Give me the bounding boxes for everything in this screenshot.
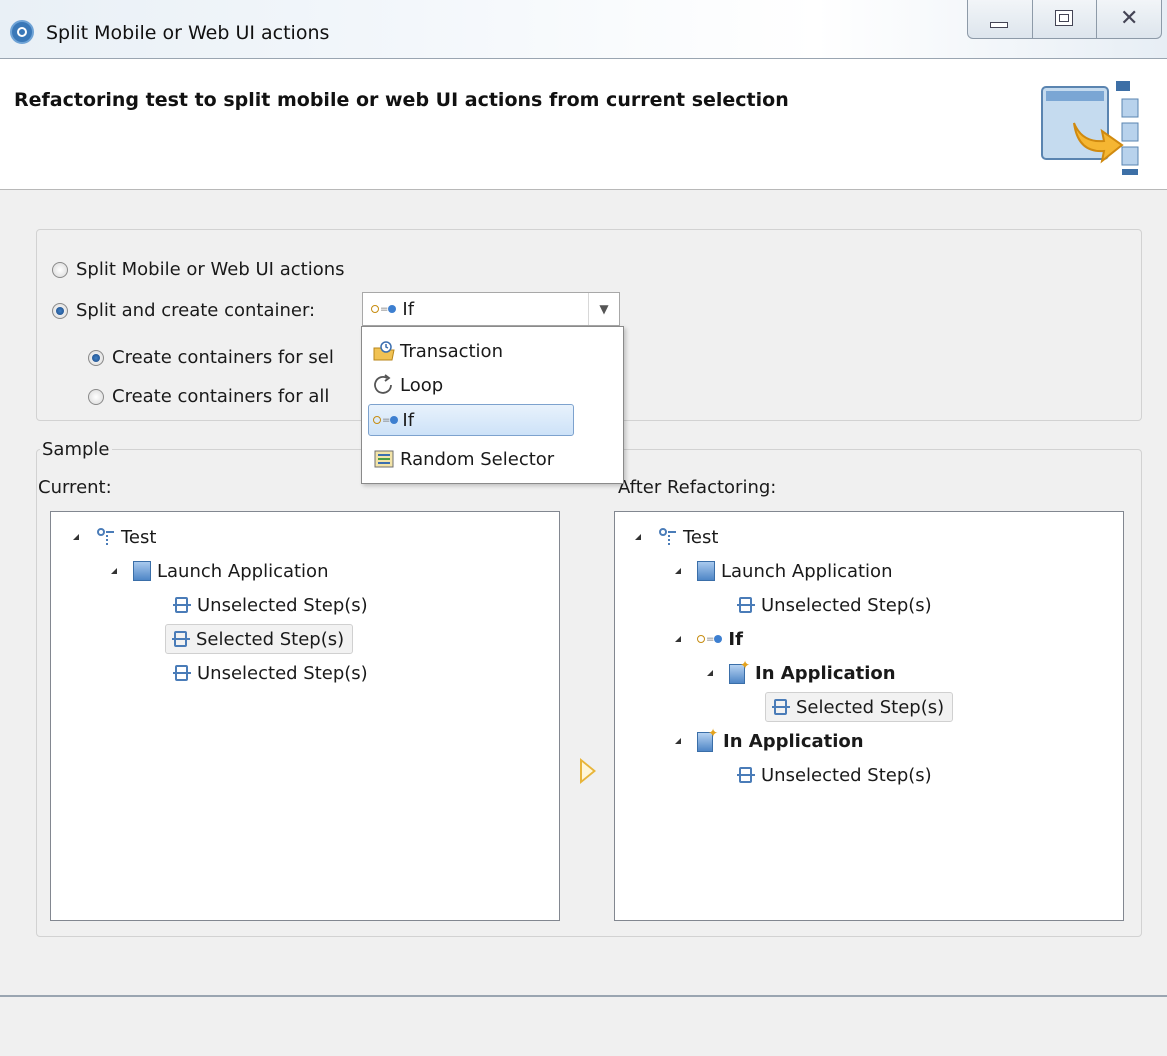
tree-node-launch-application[interactable]: Launch Application: [675, 556, 892, 586]
maximize-icon: [1054, 10, 1073, 26]
tree-node-test[interactable]: Test: [73, 522, 156, 552]
page-title: Refactoring test to split mobile or web …: [14, 89, 789, 111]
after-refactoring-label: After Refactoring:: [618, 477, 777, 498]
tree-node-launch-application[interactable]: Launch Application: [111, 556, 328, 586]
close-icon: ✕: [1119, 6, 1139, 31]
if-icon: =: [697, 634, 723, 645]
after-refactoring-tree[interactable]: Test Launch Application Unselected Step(…: [614, 511, 1124, 921]
create-for-selected-label: Create containers for sel: [112, 347, 334, 368]
tree-node-in-application[interactable]: In Application: [707, 658, 896, 688]
tree-node-step-selected[interactable]: Selected Step(s): [165, 624, 354, 654]
create-for-selected-option[interactable]: Create containers for sel: [88, 347, 334, 368]
close-button[interactable]: ✕: [1097, 0, 1161, 38]
tree-node-in-application[interactable]: In Application: [675, 726, 864, 756]
minimize-button[interactable]: [968, 0, 1033, 38]
dialog-bottom-border: [0, 995, 1167, 997]
tree-node-step[interactable]: Unselected Step(s): [737, 590, 932, 620]
expand-icon[interactable]: [675, 738, 681, 744]
tree-node-step[interactable]: Unselected Step(s): [173, 658, 368, 688]
new-application-icon: [729, 658, 750, 684]
test-icon: [657, 527, 677, 547]
title-bar[interactable]: Split Mobile or Web UI actions ✕: [0, 0, 1167, 58]
create-for-all-radio[interactable]: [88, 388, 104, 405]
application-icon: [697, 561, 715, 581]
split-actions-label: Split Mobile or Web UI actions: [76, 259, 345, 280]
current-tree[interactable]: Test Launch Application Unselected Step(…: [50, 511, 560, 921]
random-selector-icon: [374, 450, 394, 468]
tree-node-if[interactable]: = If: [675, 624, 743, 654]
split-actions-radio[interactable]: [52, 261, 68, 278]
sample-group-label: Sample: [40, 439, 112, 460]
combo-selected-value: = If: [371, 299, 414, 320]
split-and-create-label: Split and create container:: [76, 300, 316, 321]
split-and-create-radio[interactable]: [52, 302, 68, 319]
split-actions-option[interactable]: Split Mobile or Web UI actions: [52, 259, 345, 280]
expand-icon[interactable]: [675, 568, 681, 574]
step-icon: [737, 596, 755, 614]
tree-node-test[interactable]: Test: [635, 522, 718, 552]
expand-icon[interactable]: [675, 636, 681, 642]
step-icon: [772, 698, 790, 716]
dialog-content: Refactoring test to split mobile or web …: [0, 58, 1167, 1056]
expand-icon[interactable]: [111, 568, 117, 574]
dropdown-item-loop[interactable]: Loop: [368, 369, 443, 401]
dropdown-item-random-selector[interactable]: Random Selector: [368, 443, 554, 475]
new-application-icon: [697, 726, 718, 752]
test-icon: [95, 527, 115, 547]
maximize-button[interactable]: [1033, 0, 1098, 38]
application-icon: [133, 561, 151, 581]
step-icon: [173, 664, 191, 682]
step-icon: [172, 630, 190, 648]
wizard-banner-icon: [1041, 81, 1139, 175]
tree-node-step[interactable]: Unselected Step(s): [737, 760, 932, 790]
step-icon: [173, 596, 191, 614]
step-icon: [737, 766, 755, 784]
split-and-create-option[interactable]: Split and create container:: [52, 300, 315, 321]
dropdown-item-if[interactable]: = If: [368, 404, 574, 436]
window-controls: ✕: [967, 0, 1162, 39]
current-label: Current:: [38, 477, 112, 498]
tree-node-step-selected[interactable]: Selected Step(s): [765, 692, 954, 722]
minimize-icon: [990, 22, 1008, 28]
expand-icon[interactable]: [707, 670, 713, 676]
container-type-dropdown[interactable]: Transaction Loop = If Random Selector: [361, 326, 624, 484]
window-title: Split Mobile or Web UI actions: [46, 22, 330, 44]
if-icon: =: [371, 304, 397, 315]
dropdown-item-transaction[interactable]: Transaction: [368, 335, 503, 367]
transaction-icon: [373, 341, 395, 361]
expand-icon[interactable]: [73, 534, 79, 540]
create-for-selected-radio[interactable]: [88, 349, 104, 366]
tree-node-step[interactable]: Unselected Step(s): [173, 590, 368, 620]
app-icon: [10, 20, 34, 44]
create-for-all-option[interactable]: Create containers for all: [88, 386, 329, 407]
expand-icon[interactable]: [635, 534, 641, 540]
create-for-all-label: Create containers for all: [112, 386, 330, 407]
if-icon: =: [373, 415, 399, 426]
container-type-combo[interactable]: = If ▼: [362, 292, 620, 326]
transform-arrow-icon: [580, 758, 596, 784]
chevron-down-icon[interactable]: ▼: [588, 293, 619, 325]
wizard-header: Refactoring test to split mobile or web …: [0, 59, 1167, 190]
loop-icon: [374, 374, 392, 394]
